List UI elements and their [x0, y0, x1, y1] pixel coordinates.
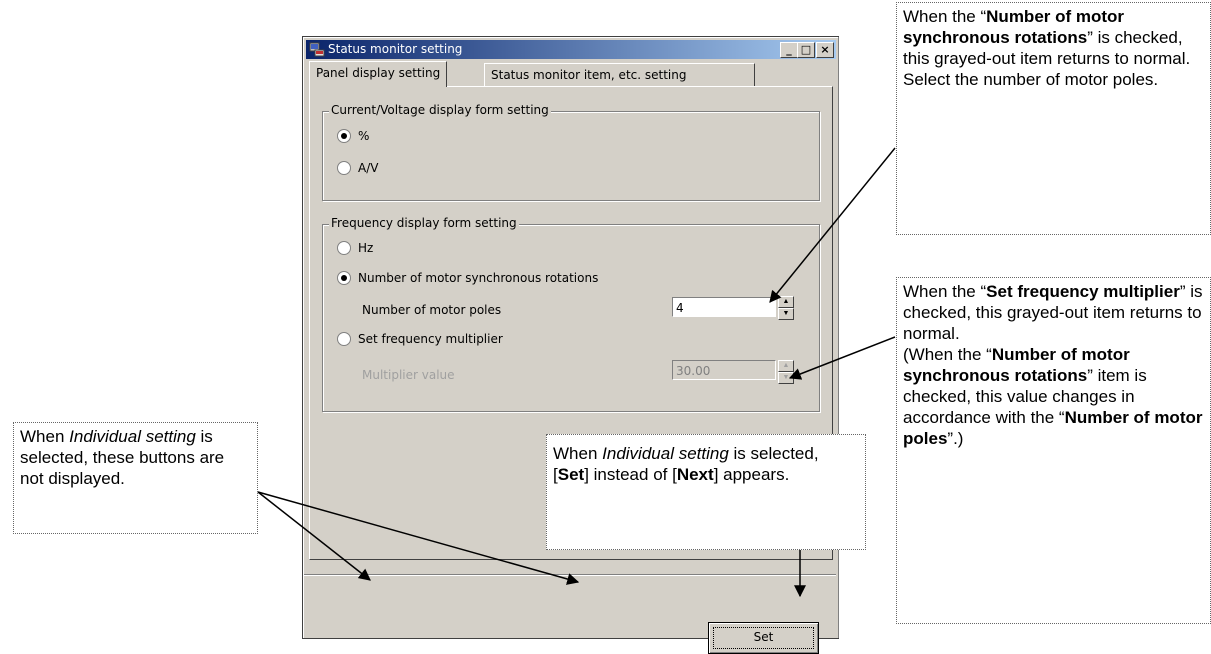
callout-text: (When the “ [903, 345, 992, 364]
radio-set-frequency-multiplier[interactable]: Set frequency multiplier [337, 331, 503, 347]
radio-av-label: A/V [358, 161, 379, 175]
radio-hz-indicator[interactable] [337, 240, 351, 255]
callout-text: When [553, 444, 603, 463]
focus-rect [713, 627, 814, 649]
callout-text: ] appears. [713, 465, 790, 484]
radio-motor-sync-rotations[interactable]: Number of motor synchronous rotations [337, 270, 598, 286]
radio-percent-label: % [358, 129, 370, 143]
maximize-button[interactable]: □ [797, 42, 815, 58]
spin-up-icon: ▲ [778, 360, 794, 372]
spin-down-icon[interactable]: ▼ [778, 308, 794, 320]
motor-poles-input[interactable]: 4 [672, 297, 776, 317]
callout-italic: Individual setting [602, 444, 729, 463]
multiplier-value-input: 30.00 [672, 360, 776, 380]
frequency-group-label: Frequency display form setting [329, 216, 519, 230]
radio-motor-sync-indicator[interactable] [337, 270, 351, 285]
current-voltage-group-label: Current/Voltage display form setting [329, 103, 551, 117]
app-icon [309, 42, 325, 57]
radio-multiplier-indicator[interactable] [337, 331, 351, 346]
window-title: Status monitor setting [328, 42, 463, 56]
spin-down-icon: ▼ [778, 372, 794, 384]
tab-status-monitor-item-setting[interactable]: Status monitor item, etc. setting [484, 63, 755, 86]
callout-motor-poles: When the “Number of motor synchronous ro… [896, 2, 1211, 235]
tab-panel-display-setting[interactable]: Panel display setting [309, 61, 448, 87]
callout-set-instead-next: When Individual setting is selected, [Se… [546, 434, 866, 550]
radio-percent-indicator[interactable] [337, 128, 351, 143]
close-button[interactable]: × [816, 42, 834, 58]
callout-text: When the “ [903, 7, 987, 26]
set-button[interactable]: Set [708, 622, 819, 654]
motor-poles-spinner[interactable]: ▲ ▼ [778, 296, 794, 320]
callout-individual-buttons: When Individual setting is selected, the… [13, 422, 258, 534]
multiplier-spinner: ▲ ▼ [778, 360, 794, 384]
callout-text: Select the number of motor poles. [903, 70, 1159, 89]
divider [304, 574, 836, 576]
callout-bold: Set [557, 465, 585, 484]
radio-percent[interactable]: % [337, 128, 369, 144]
callout-text: When [20, 427, 70, 446]
current-voltage-group: Current/Voltage display form setting % A… [322, 103, 820, 201]
radio-multiplier-label: Set frequency multiplier [358, 332, 503, 346]
callout-italic: Individual setting [69, 427, 196, 446]
radio-hz-label: Hz [358, 241, 374, 255]
motor-poles-label: Number of motor poles [362, 303, 502, 317]
multiplier-value-label: Multiplier value [362, 368, 455, 382]
radio-av-indicator[interactable] [337, 160, 351, 175]
radio-motor-sync-label: Number of motor synchronous rotations [358, 271, 599, 285]
callout-multiplier: When the “Set frequency multiplier” is c… [896, 277, 1211, 624]
title-bar[interactable]: Status monitor setting _ □ × [306, 40, 836, 59]
spin-up-icon[interactable]: ▲ [778, 296, 794, 308]
callout-bold: Next [676, 465, 714, 484]
callout-text: When the “ [903, 282, 987, 301]
radio-hz[interactable]: Hz [337, 240, 373, 256]
callout-bold: Set frequency multiplier [986, 282, 1180, 301]
minimize-button[interactable]: _ [780, 42, 798, 58]
callout-text: ] instead of [ [584, 465, 677, 484]
radio-av[interactable]: A/V [337, 160, 378, 176]
callout-text: ”.) [947, 429, 964, 448]
frequency-group: Frequency display form setting Hz Number… [322, 216, 820, 412]
